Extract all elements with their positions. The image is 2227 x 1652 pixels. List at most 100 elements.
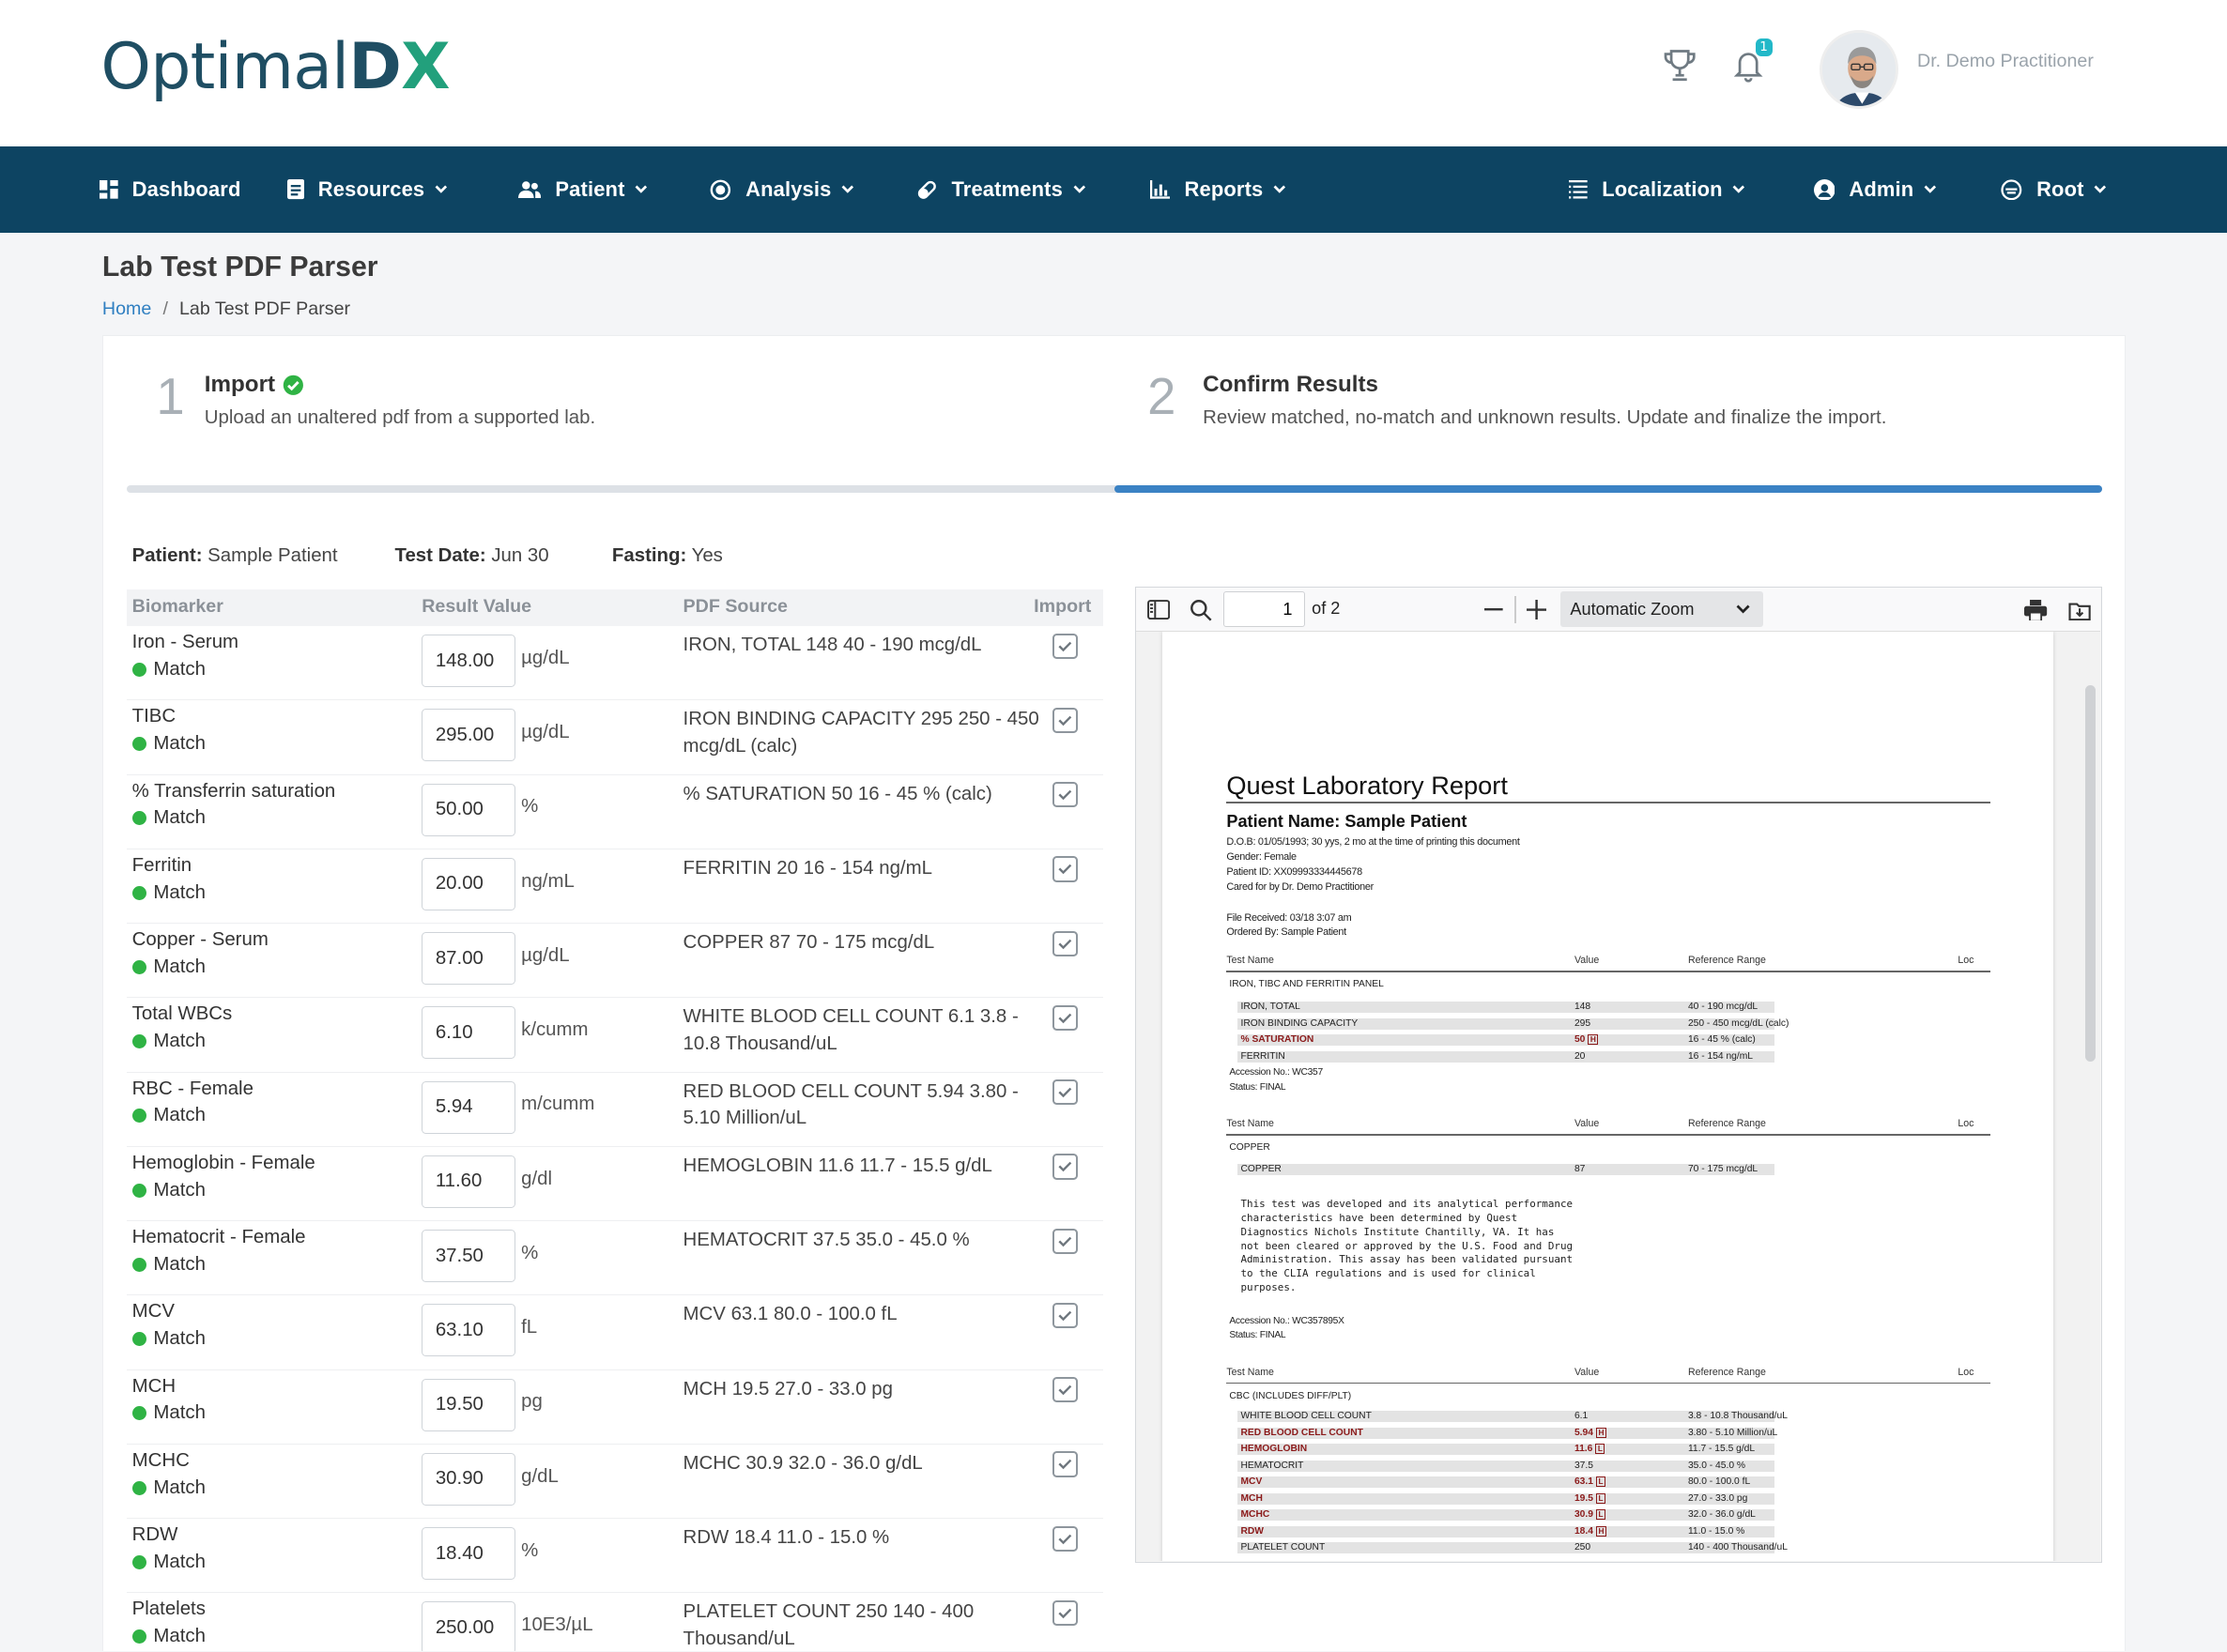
- result-value-input[interactable]: [422, 1080, 516, 1134]
- import-checkbox[interactable]: [1052, 1228, 1079, 1254]
- avatar[interactable]: [1819, 29, 1899, 110]
- import-checkbox[interactable]: [1052, 856, 1079, 882]
- step-description: Upload an unaltered pdf from a supported…: [204, 407, 596, 429]
- pdf-scrollbar[interactable]: [2085, 685, 2096, 1062]
- report-column-header: Reference Range: [1687, 1118, 1766, 1130]
- result-unit: %: [521, 1242, 539, 1263]
- table-row: MCV Match fL MCV 63.1 80.0 - 100.0 fL: [126, 1295, 1104, 1370]
- import-checkbox[interactable]: [1052, 707, 1079, 734]
- result-value-input[interactable]: [422, 932, 516, 986]
- step-confirm-results[interactable]: 2 Confirm Results Review matched, no-mat…: [1147, 366, 1886, 429]
- status-dot-icon: [131, 1629, 146, 1644]
- pdf-source-text: MCV 63.1 80.0 - 100.0 fL: [683, 1304, 898, 1325]
- import-checkbox[interactable]: [1052, 633, 1079, 659]
- user-name[interactable]: Dr. Demo Practitioner: [1917, 51, 2094, 72]
- page-number-input[interactable]: [1223, 591, 1305, 628]
- biomarker-name: % Transferrin saturation: [131, 780, 336, 802]
- import-checkbox[interactable]: [1052, 1079, 1079, 1106]
- result-value-input[interactable]: [422, 857, 516, 910]
- nav-dashboard[interactable]: Dashboard: [99, 146, 241, 233]
- import-checkbox[interactable]: [1052, 930, 1079, 956]
- result-value-input[interactable]: [422, 783, 516, 836]
- match-status: Match: [131, 882, 206, 904]
- nav-localization[interactable]: Localization: [1569, 146, 1745, 233]
- import-checkbox[interactable]: [1052, 1599, 1079, 1627]
- biomarker-name: RBC - Female: [131, 1078, 253, 1099]
- divider: [1226, 802, 1991, 803]
- result-value-input[interactable]: [422, 635, 516, 688]
- nav-reports[interactable]: Reports: [1150, 146, 1286, 233]
- import-checkbox[interactable]: [1052, 1525, 1079, 1552]
- result-unit: µg/dL: [521, 647, 570, 668]
- checkmark-icon: [1058, 1534, 1072, 1545]
- result-value-input[interactable]: [422, 709, 516, 762]
- report-status: Status: FINAL: [1229, 1081, 1286, 1093]
- zoom-in-button[interactable]: [1520, 594, 1551, 625]
- report-dob: D.O.B: 01/05/1993; 30 yys, 2 mo at the t…: [1226, 836, 1520, 849]
- table-row: Total WBCs Match k/cumm WHITE BLOOD CELL CO…: [126, 998, 1104, 1073]
- table-row: RBC - Female Match m/cumm RED BLOOD CELL CO…: [126, 1073, 1104, 1147]
- header-result-value[interactable]: Result Value: [422, 596, 531, 618]
- import-checkbox[interactable]: [1052, 1377, 1079, 1403]
- report-reference-range: 250 - 450 mcg/dL (calc): [1687, 1017, 1789, 1029]
- import-checkbox[interactable]: [1052, 782, 1079, 808]
- report-patient-name: Patient Name: Sample Patient: [1226, 811, 1467, 831]
- result-unit: %: [521, 796, 539, 818]
- import-checkbox[interactable]: [1052, 1302, 1079, 1329]
- result-unit: k/cumm: [521, 1019, 589, 1041]
- report-column-header: Test Name: [1226, 1367, 1274, 1379]
- nav-analysis[interactable]: Analysis: [710, 146, 854, 233]
- import-checkbox[interactable]: [1052, 1154, 1079, 1180]
- checkmark-icon: [1058, 1384, 1072, 1396]
- result-value-input[interactable]: [422, 1230, 516, 1283]
- checkmark-icon: [1058, 1608, 1072, 1619]
- result-value-input[interactable]: [422, 1378, 516, 1431]
- progress-fill: [1114, 485, 2102, 493]
- logo[interactable]: OptimalDX: [100, 30, 450, 105]
- nav-resources[interactable]: Resources: [286, 146, 448, 233]
- import-checkbox[interactable]: [1052, 1451, 1079, 1477]
- result-value-input[interactable]: [422, 1304, 516, 1357]
- biomarker-name: MCH: [131, 1375, 177, 1397]
- zoom-select[interactable]: Automatic Zoom: [1559, 591, 1764, 628]
- nav-patient[interactable]: Patient: [518, 146, 648, 233]
- nav-treatments[interactable]: Treatments: [916, 146, 1085, 233]
- breadcrumb-home[interactable]: Home: [102, 298, 151, 319]
- result-value-input[interactable]: [422, 1527, 516, 1581]
- report-reference-range: 3.8 - 10.8 Thousand/uL: [1687, 1410, 1788, 1421]
- result-value-input[interactable]: [422, 1155, 516, 1208]
- sidebar-icon: [1146, 600, 1170, 620]
- status-dot-icon: [131, 1406, 146, 1421]
- minus-icon: [1483, 608, 1503, 611]
- nav-admin[interactable]: Admin: [1813, 146, 1937, 233]
- zoom-out-button[interactable]: [1478, 594, 1509, 625]
- import-checkbox[interactable]: [1052, 1004, 1079, 1032]
- nav-root[interactable]: Root: [2001, 146, 2107, 233]
- save-button[interactable]: [2065, 594, 2096, 625]
- report-panel-name: IRON, TIBC AND FERRITIN PANEL: [1229, 979, 1384, 990]
- table-row: Platelets Match 10E3/µL PLATELET COUNT 250 …: [127, 1593, 1104, 1652]
- result-value-input[interactable]: [422, 1601, 516, 1652]
- print-button[interactable]: [2020, 594, 2051, 625]
- biomarker-name: Hematocrit - Female: [131, 1227, 306, 1248]
- result-value-input[interactable]: [422, 1006, 516, 1060]
- report-test-name: WHITE BLOOD CELL COUNT: [1240, 1410, 1372, 1421]
- page-title: Lab Test PDF Parser: [101, 251, 378, 283]
- header-biomarker[interactable]: Biomarker: [132, 596, 223, 618]
- breadcrumb: Home / Lab Test PDF Parser: [102, 298, 350, 320]
- report-test-value: 250: [1574, 1542, 1591, 1553]
- trophy-icon[interactable]: [1663, 47, 1697, 84]
- header-pdf-source[interactable]: PDF Source: [683, 596, 788, 618]
- checkmark-icon: [1058, 1013, 1072, 1024]
- sidebar-toggle-button[interactable]: [1143, 594, 1174, 625]
- result-value-input[interactable]: [422, 1452, 516, 1506]
- result-unit: g/dl: [521, 1168, 553, 1189]
- report-reference-range: 27.0 - 33.0 pg: [1687, 1492, 1748, 1504]
- report-test-name: COPPER: [1240, 1163, 1282, 1174]
- step-import[interactable]: 1 Import Upload an unaltered pdf from a …: [156, 366, 616, 429]
- nav-label: Reports: [1184, 176, 1264, 201]
- result-unit: m/cumm: [521, 1094, 595, 1115]
- header-import[interactable]: Import: [1034, 596, 1091, 618]
- find-button[interactable]: [1186, 594, 1217, 625]
- pdf-viewport[interactable]: Quest Laboratory Report Patient Name: Sa…: [1135, 631, 2100, 1562]
